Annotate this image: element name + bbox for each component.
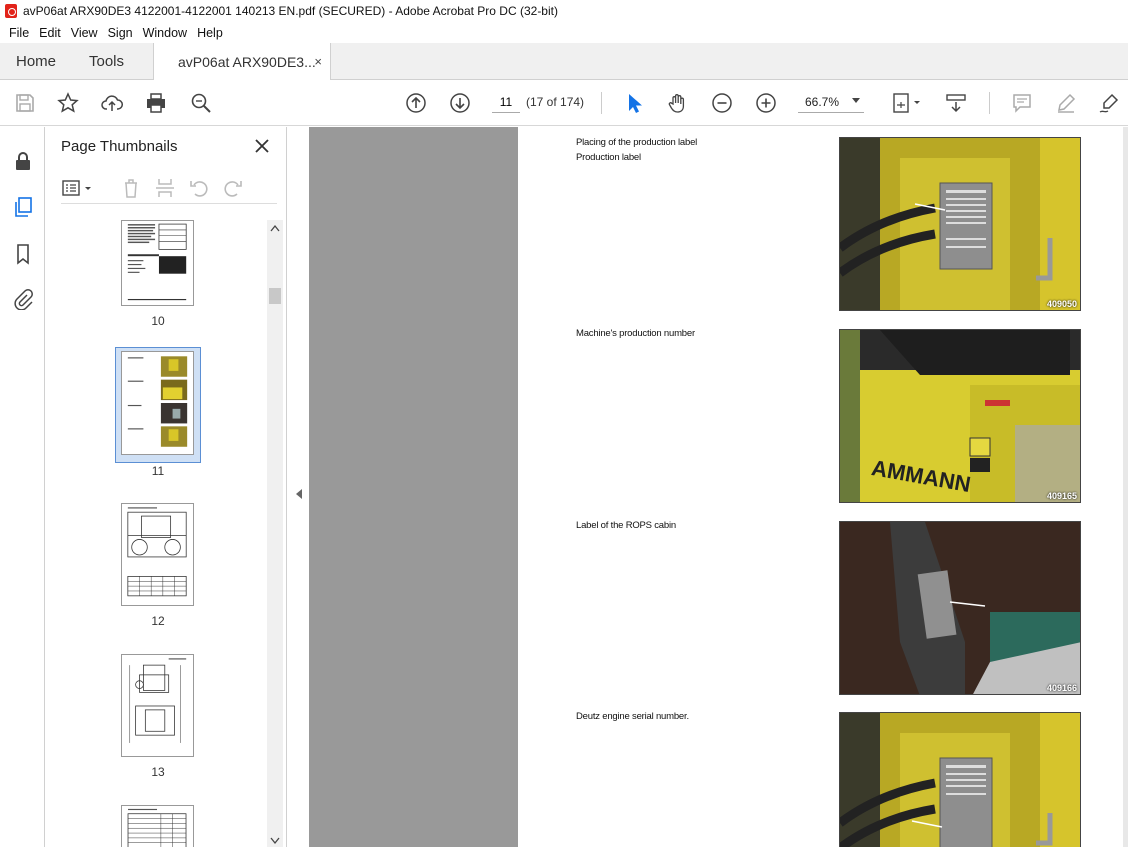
document-view[interactable]: Placing of the production label Producti… bbox=[288, 127, 1128, 847]
scroll-down-icon bbox=[270, 837, 280, 845]
next-page-icon[interactable] bbox=[448, 91, 472, 115]
zoom-level-value: 66.7% bbox=[805, 95, 840, 109]
menu-view[interactable]: View bbox=[66, 26, 103, 40]
photo-production-number: AMMANN 409165 bbox=[839, 329, 1081, 503]
menu-help[interactable]: Help bbox=[192, 26, 228, 40]
thumbnail-tools bbox=[61, 176, 277, 204]
extract-pages-icon[interactable] bbox=[153, 176, 177, 200]
thumbnail-page-11[interactable] bbox=[121, 351, 194, 455]
attachment-icon[interactable] bbox=[11, 287, 35, 311]
caption-production-label: Production label bbox=[576, 152, 641, 163]
zoom-in-icon[interactable] bbox=[754, 91, 778, 115]
tab-tools[interactable]: Tools bbox=[89, 43, 124, 80]
toolbar: (17 of 174) 66.7% bbox=[0, 80, 1128, 126]
thumbnail-label: 13 bbox=[151, 765, 165, 779]
zoom-level-select[interactable]: 66.7% bbox=[798, 91, 864, 113]
page-display-icon[interactable] bbox=[890, 91, 924, 115]
upload-cloud-icon[interactable] bbox=[100, 91, 124, 115]
thumbnail-label: 10 bbox=[151, 314, 165, 328]
menu-edit[interactable]: Edit bbox=[34, 26, 66, 40]
photo-number: 409165 bbox=[1046, 491, 1077, 501]
tab-bar: Home Tools avP06at ARX90DE3... × bbox=[0, 43, 1128, 81]
comment-icon[interactable] bbox=[1010, 91, 1034, 115]
previous-page-icon[interactable] bbox=[404, 91, 428, 115]
rotate-ccw-icon[interactable] bbox=[187, 176, 211, 200]
title-bar: avP06at ARX90DE3 4122001-4122001 140213 … bbox=[0, 0, 1128, 22]
page-thumbnails-icon[interactable] bbox=[11, 195, 35, 219]
rotate-cw-icon[interactable] bbox=[221, 176, 245, 200]
caption-placing-label: Placing of the production label bbox=[576, 137, 698, 148]
navigation-rail bbox=[0, 127, 45, 847]
tab-document[interactable]: avP06at ARX90DE3... × bbox=[153, 43, 331, 81]
caption-production-number: Machine's production number bbox=[576, 328, 695, 339]
collapse-panel-icon[interactable] bbox=[296, 489, 302, 499]
select-cursor-icon[interactable] bbox=[622, 91, 646, 115]
photo-rops-label: 409166 bbox=[839, 521, 1081, 695]
photo-production-label: 409050 bbox=[839, 137, 1081, 311]
caption-engine-serial: Deutz engine serial number. bbox=[576, 711, 689, 722]
caption-rops-label: Label of the ROPS cabin bbox=[576, 520, 676, 531]
toolbar-divider bbox=[989, 92, 990, 114]
photo-number: 409166 bbox=[1046, 683, 1077, 693]
scroll-up-icon bbox=[270, 224, 280, 232]
window-title: avP06at ARX90DE3 4122001-4122001 140213 … bbox=[23, 4, 558, 18]
photo-engine-serial bbox=[839, 712, 1081, 847]
bookmark-icon[interactable] bbox=[11, 242, 35, 266]
lock-icon[interactable] bbox=[11, 149, 35, 173]
page-margin bbox=[309, 127, 518, 847]
menu-sign[interactable]: Sign bbox=[103, 26, 138, 40]
star-icon[interactable] bbox=[56, 91, 80, 115]
sign-pen-icon[interactable] bbox=[1097, 91, 1121, 115]
panel-title: Page Thumbnails bbox=[61, 138, 178, 155]
save-icon[interactable] bbox=[13, 91, 37, 115]
panel-splitter[interactable] bbox=[288, 127, 309, 847]
chevron-down-icon bbox=[852, 98, 860, 103]
print-icon[interactable] bbox=[144, 91, 168, 115]
hand-tool-icon[interactable] bbox=[666, 91, 690, 115]
menu-window[interactable]: Window bbox=[138, 26, 192, 40]
thumbnail-label: 11 bbox=[151, 464, 165, 478]
thumbnail-page-13[interactable] bbox=[121, 654, 194, 757]
tab-close-icon[interactable]: × bbox=[314, 54, 322, 69]
toolbar-divider bbox=[601, 92, 602, 114]
delete-icon[interactable] bbox=[119, 176, 143, 200]
tab-document-label: avP06at ARX90DE3... bbox=[178, 54, 316, 70]
close-panel-icon[interactable] bbox=[253, 137, 271, 155]
acrobat-icon bbox=[5, 4, 17, 18]
photo-number: 409050 bbox=[1046, 299, 1077, 309]
scrollbar-thumb[interactable] bbox=[269, 288, 281, 304]
zoom-search-icon[interactable] bbox=[189, 91, 213, 115]
highlight-pen-icon[interactable] bbox=[1054, 91, 1078, 115]
pdf-page: Placing of the production label Producti… bbox=[518, 127, 1123, 847]
page-count: (17 of 174) bbox=[526, 95, 585, 109]
page-number-input[interactable] bbox=[492, 91, 520, 113]
thumbnail-page-14[interactable] bbox=[121, 805, 194, 847]
menu-file[interactable]: File bbox=[4, 26, 34, 40]
options-menu-icon[interactable] bbox=[61, 176, 95, 200]
scroll-mode-icon[interactable] bbox=[944, 91, 968, 115]
thumbnail-page-12[interactable] bbox=[121, 503, 194, 606]
thumbnail-list: 10 11 12 13 bbox=[45, 220, 267, 847]
document-scrollbar[interactable] bbox=[1123, 127, 1128, 847]
page-thumbnails-panel: Page Thumbnails 10 11 12 13 bbox=[45, 127, 287, 847]
tab-home[interactable]: Home bbox=[16, 43, 56, 80]
zoom-out-icon[interactable] bbox=[710, 91, 734, 115]
thumbnail-page-10[interactable] bbox=[121, 220, 194, 306]
menu-bar: File Edit View Sign Window Help bbox=[0, 22, 1128, 43]
thumbnail-label: 12 bbox=[151, 614, 165, 628]
thumbnails-scrollbar[interactable] bbox=[267, 220, 283, 847]
